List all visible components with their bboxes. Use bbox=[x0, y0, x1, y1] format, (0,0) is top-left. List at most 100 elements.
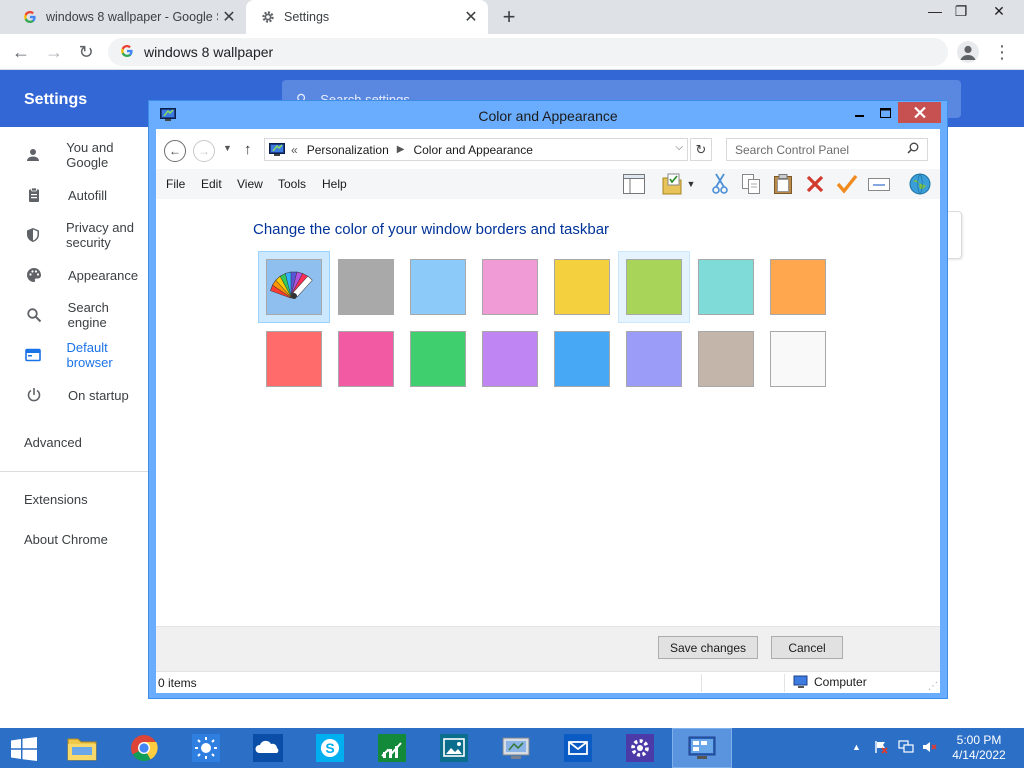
more-menu-icon[interactable]: ⋮ bbox=[993, 40, 1011, 64]
color-swatch[interactable] bbox=[402, 323, 474, 395]
forward-icon[interactable]: → bbox=[42, 40, 66, 64]
tab-settings[interactable]: Settings ✕ bbox=[246, 0, 488, 34]
recent-locations-dropdown-icon[interactable]: ▼ bbox=[223, 143, 232, 153]
up-arrow-icon[interactable]: ↑ bbox=[244, 141, 252, 158]
taskbar-app-skype[interactable]: S bbox=[300, 728, 360, 768]
copy-icon[interactable] bbox=[739, 173, 763, 195]
color-swatch[interactable] bbox=[546, 251, 618, 323]
folder-check-icon[interactable] bbox=[660, 173, 684, 195]
breadcrumb-overflow[interactable]: « bbox=[291, 143, 298, 157]
file-explorer-icon bbox=[67, 735, 97, 761]
paste-icon[interactable] bbox=[771, 173, 795, 195]
refresh-icon[interactable]: ↻ bbox=[690, 138, 712, 161]
color-swatch[interactable] bbox=[618, 251, 690, 323]
color-swatch-fill bbox=[698, 331, 754, 387]
minimize-button[interactable] bbox=[847, 103, 873, 123]
sidebar-item-advanced[interactable]: Advanced bbox=[24, 435, 82, 450]
cancel-button[interactable]: Cancel bbox=[771, 636, 843, 659]
close-tab-icon[interactable]: ✕ bbox=[218, 6, 240, 28]
taskbar-app-onedrive[interactable] bbox=[238, 728, 298, 768]
menu-tools[interactable]: Tools bbox=[278, 177, 306, 191]
forward-icon[interactable]: → bbox=[193, 140, 215, 162]
color-swatch[interactable] bbox=[258, 323, 330, 395]
breadcrumb-separator-icon[interactable]: ▶ bbox=[397, 144, 405, 155]
breadcrumb[interactable]: « Personalization ▶ Color and Appearance… bbox=[264, 138, 688, 161]
menu-view[interactable]: View bbox=[237, 177, 263, 191]
search-control-panel-input[interactable]: Search Control Panel bbox=[726, 138, 928, 161]
color-swatch-fill bbox=[410, 331, 466, 387]
system-clock[interactable]: 5:00 PM 4/14/2022 bbox=[944, 733, 1014, 763]
chevron-down-icon[interactable]: ⌵ bbox=[675, 142, 683, 153]
back-icon[interactable]: ← bbox=[9, 40, 33, 64]
menu-help[interactable]: Help bbox=[322, 177, 347, 191]
tab-title: windows 8 wallpaper - Google Se bbox=[46, 10, 218, 24]
search-placeholder: Search Control Panel bbox=[735, 142, 850, 157]
show-hidden-icons[interactable]: ▲ bbox=[852, 742, 861, 752]
checkmark-icon[interactable] bbox=[835, 173, 859, 195]
control-panel-icon bbox=[501, 734, 531, 762]
sidebar-item-about-chrome[interactable]: About Chrome bbox=[24, 532, 108, 547]
back-icon[interactable]: ← bbox=[164, 140, 186, 162]
color-swatch[interactable] bbox=[474, 251, 546, 323]
close-tab-icon[interactable]: ✕ bbox=[460, 6, 482, 28]
delete-icon[interactable] bbox=[803, 173, 827, 195]
color-swatch[interactable] bbox=[330, 251, 402, 323]
breadcrumb-item-personalization[interactable]: Personalization bbox=[307, 143, 389, 157]
breadcrumb-item-color-appearance[interactable]: Color and Appearance bbox=[413, 143, 532, 157]
sidebar-item-search-engine[interactable]: Search engine bbox=[0, 295, 150, 335]
color-swatch-fill bbox=[266, 331, 322, 387]
color-swatch[interactable] bbox=[402, 251, 474, 323]
menu-file[interactable]: File bbox=[166, 177, 185, 191]
cut-icon[interactable] bbox=[708, 173, 732, 195]
windows-start-icon[interactable] bbox=[10, 737, 38, 761]
taskbar-app-photos[interactable] bbox=[424, 728, 484, 768]
dropdown-arrow-icon[interactable]: ▼ bbox=[683, 173, 699, 195]
window-title: Color and Appearance bbox=[478, 108, 618, 124]
network-icon[interactable] bbox=[898, 740, 914, 757]
color-swatch[interactable] bbox=[690, 251, 762, 323]
volume-muted-icon[interactable] bbox=[922, 740, 938, 757]
new-tab-button[interactable]: + bbox=[496, 4, 522, 30]
color-swatch[interactable] bbox=[762, 251, 834, 323]
window-titlebar[interactable]: Color and Appearance bbox=[149, 101, 947, 129]
color-swatch[interactable] bbox=[474, 323, 546, 395]
layout-icon[interactable] bbox=[622, 173, 646, 195]
taskbar-app-chrome[interactable] bbox=[114, 728, 174, 768]
globe-icon[interactable] bbox=[908, 173, 932, 195]
taskbar-app-brightness[interactable] bbox=[176, 728, 236, 768]
properties-icon[interactable] bbox=[867, 173, 891, 195]
color-swatch[interactable] bbox=[690, 323, 762, 395]
reload-icon[interactable]: ↻ bbox=[74, 40, 98, 64]
close-window-button[interactable]: ✕ bbox=[984, 0, 1014, 22]
color-swatch[interactable] bbox=[618, 323, 690, 395]
taskbar-app-file-explorer[interactable] bbox=[52, 728, 112, 768]
tab-google-search[interactable]: windows 8 wallpaper - Google Se ✕ bbox=[8, 0, 246, 34]
sidebar-item-extensions[interactable]: Extensions bbox=[24, 492, 88, 507]
color-swatch[interactable] bbox=[330, 323, 402, 395]
browser-icon bbox=[25, 346, 42, 364]
restore-button[interactable]: ❐ bbox=[946, 0, 976, 22]
taskbar-app-personalization[interactable] bbox=[672, 728, 732, 768]
taskbar-app-finance[interactable] bbox=[362, 728, 422, 768]
save-changes-button[interactable]: Save changes bbox=[658, 636, 758, 659]
profile-avatar-icon[interactable] bbox=[957, 41, 979, 63]
color-swatch[interactable] bbox=[258, 251, 330, 323]
sidebar-item-privacy[interactable]: Privacy and security bbox=[0, 215, 150, 255]
sidebar-item-you-and-google[interactable]: You and Google bbox=[0, 135, 150, 175]
sidebar-item-autofill[interactable]: Autofill bbox=[0, 175, 150, 215]
color-swatch-fill bbox=[554, 259, 610, 315]
address-bar[interactable]: windows 8 wallpaper bbox=[108, 38, 948, 66]
maximize-button[interactable] bbox=[873, 103, 897, 123]
taskbar-app-mail[interactable] bbox=[548, 728, 608, 768]
taskbar-app-settings[interactable] bbox=[610, 728, 670, 768]
menu-edit[interactable]: Edit bbox=[201, 177, 222, 191]
sidebar-item-default-browser[interactable]: Default browser bbox=[0, 335, 150, 375]
close-window-button[interactable] bbox=[898, 102, 941, 123]
resize-grip-icon[interactable]: ⋰ bbox=[928, 681, 938, 692]
taskbar-app-control-panel[interactable] bbox=[486, 728, 546, 768]
color-swatch[interactable] bbox=[546, 323, 618, 395]
sidebar-item-appearance[interactable]: Appearance bbox=[0, 255, 150, 295]
sidebar-item-on-startup[interactable]: On startup bbox=[0, 375, 150, 415]
action-center-flag-icon[interactable] bbox=[874, 740, 888, 757]
color-swatch[interactable] bbox=[762, 323, 834, 395]
